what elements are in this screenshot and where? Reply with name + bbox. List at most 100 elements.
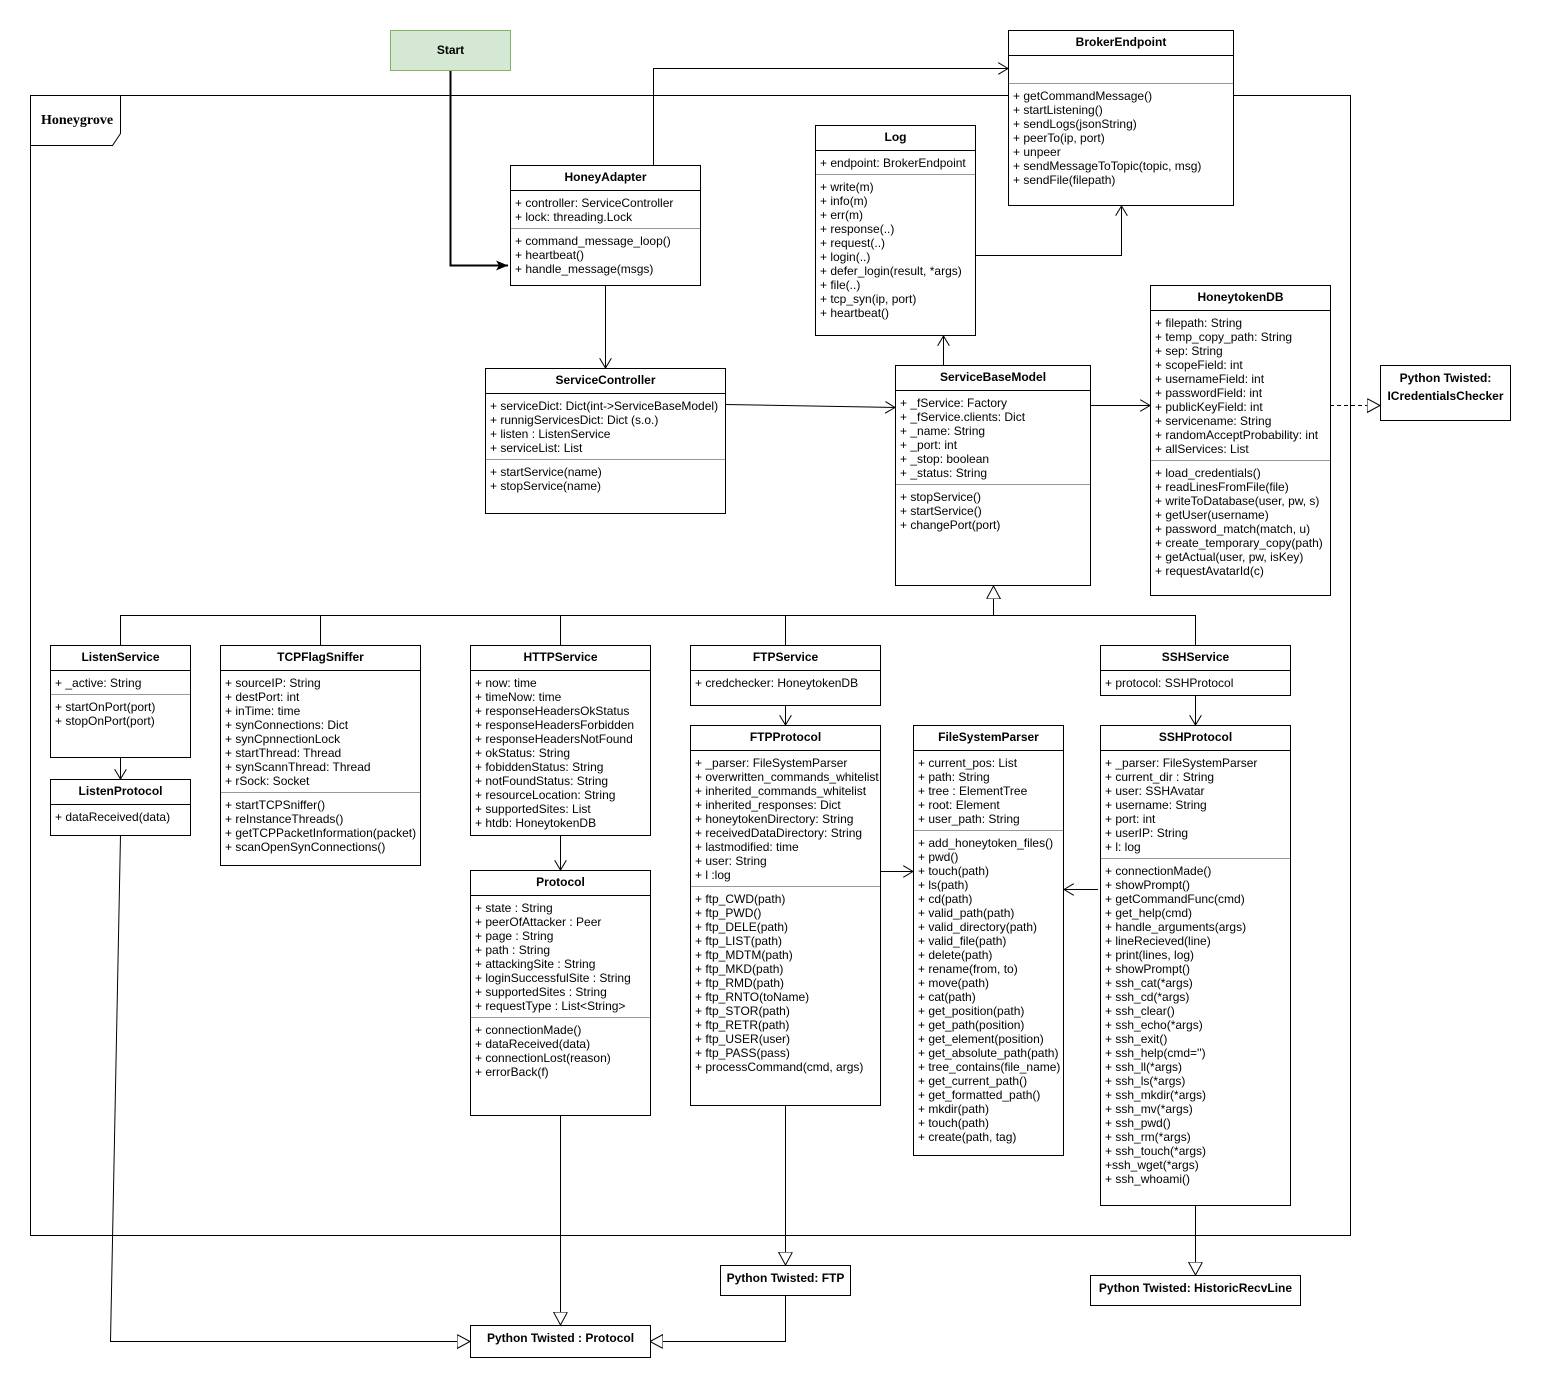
method-item: + changePort(port) bbox=[900, 518, 1001, 532]
edge-listenprotocol-twistedprotocol bbox=[109, 834, 471, 1342]
class-servicecontroller[interactable]: ServiceController + serviceDict: Dict(int… bbox=[485, 368, 726, 514]
class-broker[interactable]: BrokerEndpoint + getCommandMessage() + sta… bbox=[1008, 30, 1234, 206]
external-twisted-ftp[interactable]: Python Twisted: FTP bbox=[720, 1265, 851, 1296]
method-item: + connectionLost(reason) bbox=[475, 1051, 611, 1065]
attribute-item: + lock: threading.Lock bbox=[515, 210, 633, 224]
method-item: + ssh_ls(*args) bbox=[1105, 1074, 1186, 1088]
methods-section: + write(m) + info(m) + err(m) + response(..… bbox=[816, 174, 975, 335]
method-item: + ssh_help(cmd='') bbox=[1105, 1046, 1206, 1060]
attribute-item: + responseHeadersOkStatus bbox=[475, 704, 630, 718]
class-ftpprotocol[interactable]: FTPProtocol + _parser: FileSystemParser + … bbox=[690, 725, 881, 1106]
attribute-item: + listen : ListenService bbox=[490, 427, 611, 441]
class-name: ServiceBaseModel bbox=[896, 366, 1090, 391]
class-name: ServiceController bbox=[486, 369, 725, 394]
method-item: + ssh_echo(*args) bbox=[1105, 1018, 1203, 1032]
class-sshprotocol[interactable]: SSHProtocol + _parser: FileSystemParser + … bbox=[1100, 725, 1291, 1206]
attributes-section: + dataReceived(data) bbox=[51, 805, 190, 835]
method-item: + startListening() bbox=[1013, 103, 1103, 117]
method-item: + print(lines, log) bbox=[1105, 948, 1195, 962]
method-item: + valid_file(path) bbox=[918, 934, 1007, 948]
method-item: + ssh_cd(*args) bbox=[1105, 990, 1190, 1004]
class-name: FileSystemParser bbox=[914, 726, 1063, 751]
method-item: + get_absolute_path(path) bbox=[918, 1046, 1059, 1060]
class-servicebasemodel[interactable]: ServiceBaseModel + _fService: Factory + _f… bbox=[895, 365, 1091, 586]
attributes-section: + credchecker: HoneytokenDB bbox=[691, 671, 880, 705]
edge-servicecontroller-servicebasemodel bbox=[724, 405, 895, 408]
attribute-item: + user_path: String bbox=[918, 812, 1020, 826]
attribute-item: + temp_copy_path: String bbox=[1155, 330, 1293, 344]
attribute-item: + l: log bbox=[1105, 840, 1141, 854]
external-twisted-historicrecvline[interactable]: Python Twisted: HistoricRecvLine bbox=[1090, 1275, 1301, 1306]
attribute-item: + scopeField: int bbox=[1155, 358, 1243, 372]
attribute-item: + sep: String bbox=[1155, 344, 1223, 358]
method-item: + move(path) bbox=[918, 976, 990, 990]
attribute-item: + endpoint: BrokerEndpoint bbox=[820, 156, 966, 170]
attributes-section: + endpoint: BrokerEndpoint bbox=[816, 151, 975, 174]
class-name: Protocol bbox=[471, 871, 650, 896]
class-honeytokendb[interactable]: HoneytokenDB + filepath: String + temp_cop… bbox=[1150, 285, 1331, 596]
method-item: + write(m) bbox=[820, 180, 874, 194]
attribute-item: + state : String bbox=[475, 901, 553, 915]
method-item: + getTCPPacketInformation(packet) bbox=[225, 826, 417, 840]
method-item: + ssh_ll(*args) bbox=[1105, 1060, 1183, 1074]
class-sshservice[interactable]: SSHService + protocol: SSHProtocol bbox=[1100, 645, 1291, 696]
attribute-item: + loginSuccessfulSite : String bbox=[475, 971, 631, 985]
method-item: + stopOnPort(port) bbox=[55, 714, 155, 728]
method-item: + heartbeat() bbox=[515, 248, 585, 262]
class-httpservice[interactable]: HTTPService + now: time + timeNow: time + r… bbox=[470, 645, 651, 836]
methods-section: + add_honeytoken_files() + pwd() + touch(p… bbox=[914, 830, 1063, 1155]
class-name: HoneytokenDB bbox=[1151, 286, 1330, 311]
method-item: + err(m) bbox=[820, 208, 863, 222]
method-item: + lineRecieved(line) bbox=[1105, 934, 1211, 948]
method-item: + ftp_MDTM(path) bbox=[695, 948, 793, 962]
class-ftpservice[interactable]: FTPService + credchecker: HoneytokenDB bbox=[690, 645, 881, 706]
method-item: + showPrompt() bbox=[1105, 962, 1191, 976]
attribute-item: + current_dir : String bbox=[1105, 770, 1215, 784]
attribute-item: + serviceList: List bbox=[490, 441, 583, 455]
class-log[interactable]: Log + endpoint: BrokerEndpoint + write(m) +… bbox=[815, 125, 976, 336]
attribute-item: + inherited_commands_whitelist bbox=[695, 784, 867, 798]
method-item: + reInstanceThreads() bbox=[225, 812, 344, 826]
method-item: + getUser(username) bbox=[1155, 508, 1269, 522]
edge-twistedftp-twistedprotocol bbox=[650, 1295, 786, 1342]
method-item: + connectionMade() bbox=[1105, 864, 1212, 878]
attribute-item: + now: time bbox=[475, 676, 537, 690]
attribute-item: + lastmodified: time bbox=[695, 840, 799, 854]
methods-section: + ftp_CWD(path) + ftp_PWD() + ftp_DELE(pat… bbox=[691, 886, 880, 1105]
method-item: + ftp_CWD(path) bbox=[695, 892, 786, 906]
attribute-item: + attackingSite : String bbox=[475, 957, 596, 971]
class-protocol[interactable]: Protocol + state : String + peerOfAttacker… bbox=[470, 870, 651, 1116]
attribute-item: + tree : ElementTree bbox=[918, 784, 1028, 798]
attribute-item: + peerOfAttacker : Peer bbox=[475, 915, 602, 929]
attribute-item: + _active: String bbox=[55, 676, 142, 690]
external-icredentialschecker[interactable]: Python Twisted: ICredentialsChecker bbox=[1380, 365, 1511, 421]
frame-label: Honeygrove bbox=[41, 113, 114, 128]
attribute-item: + port: int bbox=[1105, 812, 1156, 826]
method-item: + tcp_syn(ip, port) bbox=[820, 292, 917, 306]
start-node[interactable]: Start bbox=[390, 30, 511, 71]
method-item: + handle_message(msgs) bbox=[515, 262, 654, 276]
attribute-item: + receivedDataDirectory: String bbox=[695, 826, 863, 840]
class-filesystemparser[interactable]: FileSystemParser + current_pos: List + pat… bbox=[913, 725, 1064, 1156]
class-listenservice[interactable]: ListenService + _active: String + startOnP… bbox=[50, 645, 191, 758]
class-honeyadapter[interactable]: HoneyAdapter + controller: ServiceControl… bbox=[510, 165, 701, 286]
attributes-section: + current_pos: List + path: String + tree … bbox=[914, 751, 1063, 830]
class-name: FTPProtocol bbox=[691, 726, 880, 751]
class-name: HoneyAdapter bbox=[511, 166, 700, 191]
method-item: + getActual(user, pw, isKey) bbox=[1155, 550, 1304, 564]
attribute-item: + synCpnnectionLock bbox=[225, 732, 341, 746]
method-item: + password_match(match, u) bbox=[1155, 522, 1311, 536]
attribute-item: + path: String bbox=[918, 770, 990, 784]
attributes-section: + _fService: Factory + _fService.clients:… bbox=[896, 391, 1090, 484]
method-item: + get_formatted_path() bbox=[918, 1088, 1041, 1102]
method-item: + ftp_PWD() bbox=[695, 906, 762, 920]
attribute-item: + randomAcceptProbability: int bbox=[1155, 428, 1319, 442]
external-twisted-protocol[interactable]: Python Twisted : Protocol bbox=[470, 1325, 651, 1358]
attribute-item: + filepath: String bbox=[1155, 316, 1243, 330]
method-item: + ssh_whoami() bbox=[1105, 1172, 1191, 1186]
attribute-item: + requestType : List<String> bbox=[475, 999, 626, 1013]
attributes-section: + now: time + timeNow: time + responseHead… bbox=[471, 671, 650, 835]
method-item: + load_credentials() bbox=[1155, 466, 1261, 480]
class-tcpflagsniffer[interactable]: TCPFlagSniffer + sourceIP: String + destPo… bbox=[220, 645, 421, 866]
class-listenprotocol[interactable]: ListenProtocol + dataReceived(data) bbox=[50, 779, 191, 836]
